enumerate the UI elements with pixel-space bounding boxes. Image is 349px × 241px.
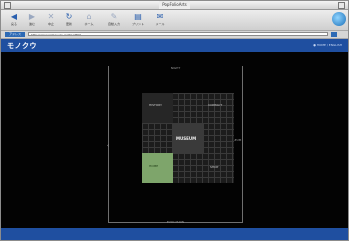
back-button[interactable]: ◀ 戻る: [7, 12, 21, 29]
history-label[interactable]: HISTORY: [149, 103, 162, 107]
history-cell[interactable]: [142, 93, 173, 123]
refresh-icon: ↻: [65, 12, 73, 21]
address-label: アドレス: [5, 32, 25, 37]
header-link[interactable]: ● HOME / ENGLISH: [313, 43, 342, 47]
title-bar[interactable]: PopFolioArts: [1, 1, 348, 10]
zoom-box[interactable]: [338, 2, 345, 9]
stop-button[interactable]: ✕ 中止: [44, 12, 58, 29]
mail-button[interactable]: ✉ メール: [153, 12, 167, 29]
autofill-button[interactable]: ✎ 自動入力: [107, 12, 121, 29]
left-arrow-icon[interactable]: ‹: [107, 143, 109, 149]
museum-label[interactable]: MUSEUM: [176, 136, 196, 141]
page-body: NIGHT EVOLUSION ‹ MUSEUM HISTORY CONTACT…: [1, 52, 348, 237]
home-label[interactable]: HOME: [149, 164, 158, 168]
home-cell[interactable]: [142, 153, 173, 183]
shop-label[interactable]: SHOP: [210, 165, 218, 169]
window-title: PopFolioArts: [1, 1, 348, 9]
stop-icon: ✕: [47, 12, 55, 21]
home-button[interactable]: ⌂ ホーム: [82, 12, 96, 29]
back-arrow-icon: ◀: [10, 12, 18, 21]
home-icon: ⌂: [86, 12, 92, 21]
page-footer: [1, 228, 348, 240]
address-bar: アドレス http://www.nishasuzu.jp/?tp=B69: [1, 31, 348, 39]
site-logo[interactable]: モノクウ: [7, 41, 37, 51]
browser-window: PopFolioArts ◀ 戻る ▶ 進む ✕ 中止 ↻ 更新 ⌂ ホーム ✎…: [0, 0, 349, 241]
forward-arrow-icon: ▶: [28, 12, 36, 21]
page-header: モノクウ ● HOME / ENGLISH: [1, 39, 348, 52]
museum-grid-map: HISTORY CONTACT MUSEUM HOME SHOP: [142, 93, 234, 183]
print-button[interactable]: ▤ プリント: [131, 12, 145, 29]
go-button[interactable]: [331, 32, 337, 37]
mail-icon: ✉: [156, 12, 164, 21]
forward-button[interactable]: ▶ 進む: [25, 12, 39, 29]
browser-toolbar: ◀ 戻る ▶ 進む ✕ 中止 ↻ 更新 ⌂ ホーム ✎ 自動入力 ▤ プリント …: [1, 10, 348, 31]
url-input[interactable]: http://www.nishasuzu.jp/?tp=B69: [28, 32, 328, 36]
browser-logo-icon: [332, 12, 346, 26]
frame-top-label[interactable]: NIGHT: [109, 66, 242, 70]
contact-label[interactable]: CONTACT: [208, 103, 222, 107]
frame-bottom-label[interactable]: EVOLUSION: [109, 220, 242, 224]
refresh-button[interactable]: ↻ 更新: [62, 12, 76, 29]
print-icon: ▤: [134, 12, 142, 21]
autofill-icon: ✎: [110, 12, 118, 21]
